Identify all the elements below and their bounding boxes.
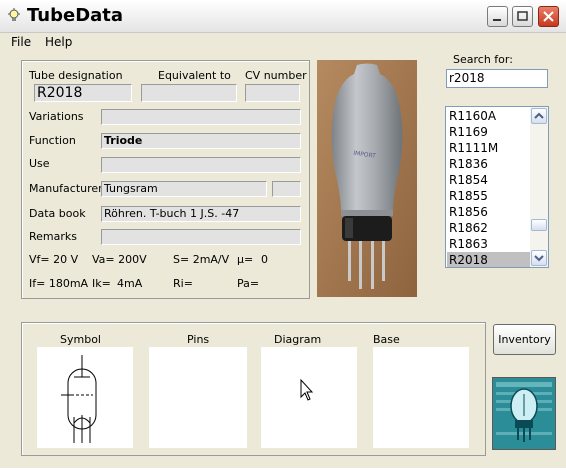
diagram-box — [261, 347, 357, 448]
variations-field[interactable] — [101, 109, 301, 125]
list-item[interactable]: R1160A — [447, 108, 531, 124]
scroll-thumb[interactable] — [531, 219, 547, 231]
tube-designation-field[interactable]: R2018 — [34, 84, 132, 102]
function-field[interactable]: Triode — [101, 133, 301, 149]
function-label: Function — [29, 134, 76, 147]
triode-symbol-icon — [61, 355, 97, 443]
close-icon — [543, 11, 554, 22]
list-item[interactable]: R1862 — [447, 220, 531, 236]
tube-photo: IMPORT — [317, 60, 417, 297]
app-window: TubeData File Help Tube designation Equi… — [0, 0, 566, 472]
pins-box — [149, 347, 247, 448]
window-title: TubeData — [27, 5, 124, 26]
list-item[interactable]: R1855 — [447, 188, 531, 204]
databook-field[interactable]: Röhren. T-buch 1 J.S. -47 — [101, 206, 301, 222]
remarks-field[interactable] — [101, 229, 301, 245]
list-item[interactable]: R1863 — [447, 236, 531, 252]
symbol-box — [37, 347, 133, 448]
param-mu-value: 0 — [261, 253, 268, 266]
scroll-down-button[interactable] — [531, 250, 547, 266]
remarks-label: Remarks — [29, 230, 77, 243]
param-s: S= 2mA/V — [173, 253, 230, 266]
title-bar[interactable]: TubeData — [0, 0, 566, 33]
list-item[interactable]: R1854 — [447, 172, 531, 188]
menu-bar: File Help — [0, 33, 566, 52]
param-va: Va= 200V — [92, 253, 147, 266]
manufacturer-code-field[interactable] — [272, 181, 301, 197]
manufacturer-field[interactable]: Tungsram — [101, 181, 267, 197]
tube-list[interactable]: R1160A R1169 R1111M R1836 R1854 R1855 R1… — [445, 106, 549, 268]
pins-label: Pins — [187, 333, 210, 346]
param-mu-label: µ= — [237, 253, 254, 266]
tube-logo-icon — [493, 378, 555, 449]
inventory-button[interactable]: Inventory — [493, 324, 556, 355]
cv-number-label: CV number — [245, 69, 307, 82]
diagram-label: Diagram — [274, 333, 322, 346]
base-label: Base — [373, 333, 400, 346]
manufacturer-label: Manufacturer — [29, 182, 103, 195]
chevron-down-icon — [534, 255, 544, 262]
cursor-icon — [300, 378, 314, 401]
list-item[interactable]: R1856 — [447, 204, 531, 220]
list-item[interactable]: R1836 — [447, 156, 531, 172]
variations-label: Variations — [29, 110, 84, 123]
databook-label: Data book — [29, 207, 86, 220]
search-label: Search for: — [453, 53, 513, 66]
symbol-label: Symbol — [60, 333, 101, 346]
param-ik-label: Ik= — [92, 277, 111, 290]
list-item-selected[interactable]: R2018 — [447, 252, 531, 267]
chevron-up-icon — [534, 112, 544, 119]
param-pa: Pa= — [237, 277, 260, 290]
use-field[interactable] — [101, 157, 301, 173]
scroll-up-button[interactable] — [531, 108, 547, 124]
param-ri: Ri= — [173, 277, 193, 290]
use-label: Use — [29, 157, 50, 170]
equivalent-field[interactable] — [141, 84, 237, 102]
param-ik-value: 4mA — [117, 277, 143, 290]
maximize-icon — [517, 11, 528, 21]
close-button[interactable] — [538, 6, 559, 27]
minimize-icon — [493, 19, 501, 21]
base-box — [373, 347, 469, 448]
param-if: If= 180mA — [29, 277, 89, 290]
cv-number-field[interactable] — [245, 84, 300, 102]
param-vf: Vf= 20 V — [29, 253, 79, 266]
window-bottom-edge — [0, 468, 566, 472]
menu-help[interactable]: Help — [45, 35, 72, 49]
maximize-button[interactable] — [512, 6, 533, 27]
tube-illustration: IMPORT — [317, 60, 417, 297]
list-scrollbar[interactable] — [530, 107, 548, 267]
menu-file[interactable]: File — [11, 35, 31, 49]
tube-logo — [492, 377, 556, 450]
tube-designation-label: Tube designation — [29, 69, 123, 82]
list-item[interactable]: R1169 — [447, 124, 531, 140]
list-item[interactable]: R1111M — [447, 140, 531, 156]
search-input[interactable]: r2018 — [446, 69, 548, 88]
minimize-button[interactable] — [487, 6, 508, 27]
lightbulb-icon — [8, 8, 20, 21]
equivalent-label: Equivalent to — [158, 69, 231, 82]
